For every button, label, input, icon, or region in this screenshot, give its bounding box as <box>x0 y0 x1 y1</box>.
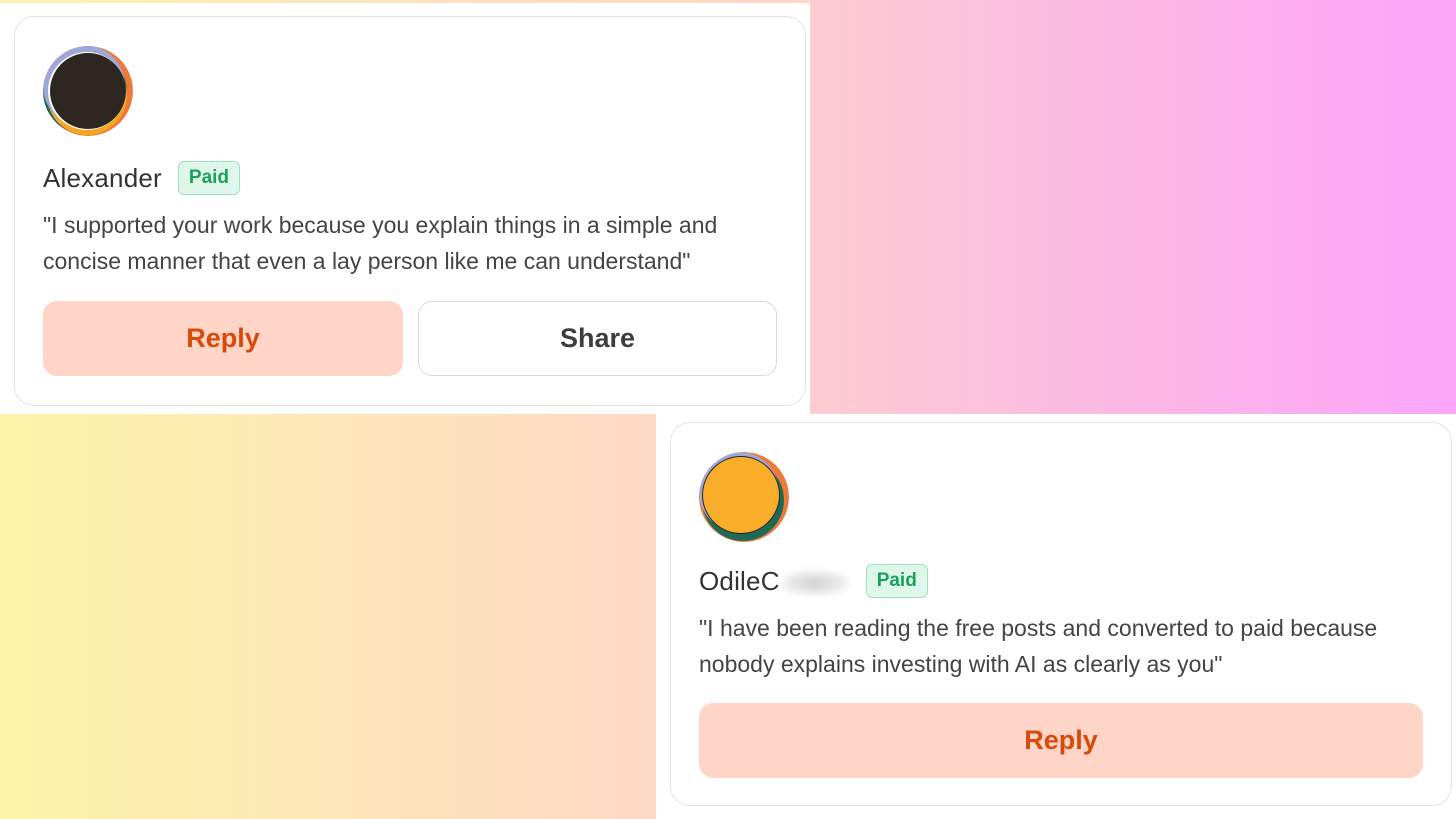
author-row: Alexander Paid <box>43 161 241 195</box>
author-name[interactable]: Alexander <box>43 163 162 194</box>
paid-badge: Paid <box>177 161 241 195</box>
reply-button[interactable]: Reply <box>699 703 1423 778</box>
avatar[interactable] <box>43 46 133 136</box>
blurred-name-part <box>779 569 850 596</box>
reply-button[interactable]: Reply <box>43 301 403 376</box>
author-name[interactable]: OdileC <box>699 566 850 597</box>
comment-text: "I have been reading the free posts and … <box>699 615 1378 677</box>
comment-card: Alexander Paid "I supported your work be… <box>14 16 806 406</box>
comment-card: OdileC Paid "I have been reading the fre… <box>670 422 1452 806</box>
comment-text: "I supported your work because you expla… <box>43 212 718 274</box>
share-button[interactable]: Share <box>418 301 777 376</box>
author-row: OdileC Paid <box>699 564 928 598</box>
avatar[interactable] <box>699 452 789 542</box>
paid-badge: Paid <box>865 564 928 598</box>
